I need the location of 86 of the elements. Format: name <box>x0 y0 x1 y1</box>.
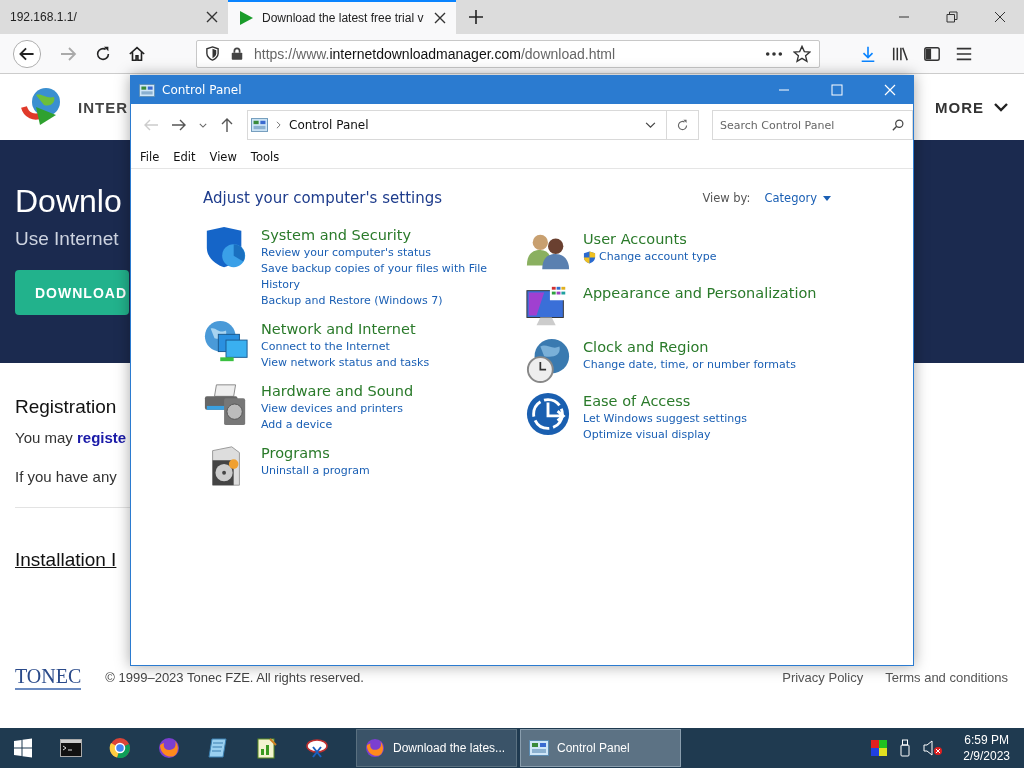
control-panel-icon <box>139 83 155 97</box>
task-link[interactable]: Add a device <box>261 417 333 433</box>
maximize-icon[interactable] <box>831 84 843 96</box>
notepad-icon[interactable] <box>207 737 229 759</box>
menu-item[interactable]: Tools <box>250 150 280 164</box>
section-heading: Registration <box>15 396 117 418</box>
chevron-down-icon[interactable] <box>994 102 1008 112</box>
fox-globe-icon[interactable] <box>158 737 180 759</box>
scissors-icon[interactable] <box>305 737 329 759</box>
body-text: You may <box>15 429 73 446</box>
browser-tab[interactable]: 192.168.1.1/ <box>0 0 228 34</box>
close-icon[interactable] <box>994 11 1006 23</box>
muted-speaker-icon[interactable] <box>923 739 944 757</box>
section-heading: Installation I <box>15 549 117 571</box>
taskbar-window-button[interactable]: Download the lates... <box>356 729 517 767</box>
refresh-icon <box>676 118 689 132</box>
hero-title: Downlo <box>15 182 122 220</box>
browser-tab[interactable]: Download the latest free trial v <box>228 0 456 34</box>
control-panel-icon <box>529 740 549 756</box>
address-field[interactable]: https://www.internetdownloadmanager.com/download.html <box>196 39 820 68</box>
hero-subtitle: Use Internet <box>15 228 119 250</box>
menu-item[interactable]: Edit <box>173 150 196 164</box>
footer-link[interactable]: Privacy Policy <box>782 670 864 685</box>
copyright-text: © 1999–2023 Tonec FZE. All rights reserved. <box>105 670 364 685</box>
windows-start-icon[interactable] <box>13 738 33 758</box>
play-icon <box>238 10 254 26</box>
star-icon[interactable] <box>793 44 811 63</box>
download-icon[interactable] <box>859 44 877 63</box>
usb-drive-icon[interactable] <box>899 739 912 757</box>
spreadsheet-icon[interactable] <box>256 737 278 759</box>
footer-link[interactable]: Terms and conditions <box>885 670 1008 685</box>
view-by-label: View by: <box>702 191 751 205</box>
task-link[interactable]: Optimize visual display <box>583 427 711 443</box>
category-link[interactable]: Clock and Region <box>583 337 833 357</box>
color-squares-icon[interactable] <box>871 740 888 756</box>
company-logo[interactable]: TONEC <box>15 665 82 690</box>
task-link[interactable]: Connect to the Internet <box>261 339 390 355</box>
category-link[interactable]: Network and Internet <box>261 319 501 339</box>
window-title: Control Panel <box>162 83 242 97</box>
menu-item[interactable]: View <box>209 150 237 164</box>
task-link[interactable]: Change date, time, or number formats <box>583 357 796 373</box>
task-link[interactable]: Change account type <box>599 249 717 265</box>
home-icon[interactable] <box>128 44 146 63</box>
search-field[interactable]: Search Control Panel <box>712 110 913 140</box>
task-link[interactable]: Review your computer's status <box>261 245 432 261</box>
category-link[interactable]: Hardware and Sound <box>261 381 501 401</box>
sidebar-icon[interactable] <box>923 44 941 63</box>
terminal-icon[interactable] <box>60 739 82 757</box>
search-icon[interactable] <box>892 119 904 131</box>
view-by-dropdown[interactable]: Category <box>764 191 831 205</box>
restore-icon[interactable] <box>946 11 958 23</box>
category-link[interactable]: System and Security <box>261 225 501 245</box>
close-icon[interactable] <box>434 12 446 24</box>
brand-name: INTER <box>78 98 128 116</box>
category-link[interactable]: User Accounts <box>583 229 833 249</box>
more-icon[interactable] <box>765 50 783 57</box>
task-link[interactable]: Uninstall a program <box>261 463 370 479</box>
reload-icon[interactable] <box>94 44 112 63</box>
task-link[interactable]: View network status and tasks <box>261 355 430 371</box>
forward-icon[interactable] <box>171 117 187 133</box>
register-link[interactable]: registe <box>77 429 127 446</box>
body-text: If you have any <box>15 468 117 485</box>
close-icon[interactable] <box>206 11 218 23</box>
task-link[interactable]: View devices and printers <box>261 401 404 417</box>
back-icon[interactable] <box>12 38 42 69</box>
fox-globe-icon <box>365 738 385 758</box>
address-bar[interactable]: Control Panel <box>247 110 667 140</box>
clock[interactable]: 6:59 PM 2/9/2023 <box>963 732 1010 764</box>
plus-icon[interactable] <box>468 9 484 25</box>
more-menu[interactable]: MORE <box>935 98 984 116</box>
category-link[interactable]: Programs <box>261 443 501 463</box>
taskbar-window-button[interactable]: Control Panel <box>520 729 681 767</box>
category-link[interactable]: Ease of Access <box>583 391 833 411</box>
menu-item[interactable]: File <box>140 150 160 164</box>
globe-clock-icon[interactable] <box>525 337 571 383</box>
refresh-button[interactable] <box>667 110 699 140</box>
caret-icon <box>823 195 831 201</box>
task-link[interactable]: Let Windows suggest settings <box>583 411 747 427</box>
page-heading: Adjust your computer's settings <box>203 189 443 207</box>
lock-icon <box>230 46 244 61</box>
shield-icon[interactable] <box>205 46 220 61</box>
ring-logo-icon[interactable] <box>109 737 131 759</box>
task-link[interactable]: Save backup copies of your files with File History <box>261 261 501 293</box>
up-arrow-icon[interactable] <box>219 117 235 133</box>
category-link[interactable]: Appearance and Personalization <box>583 283 833 303</box>
task-link[interactable]: Backup and Restore (Windows 7) <box>261 293 443 309</box>
